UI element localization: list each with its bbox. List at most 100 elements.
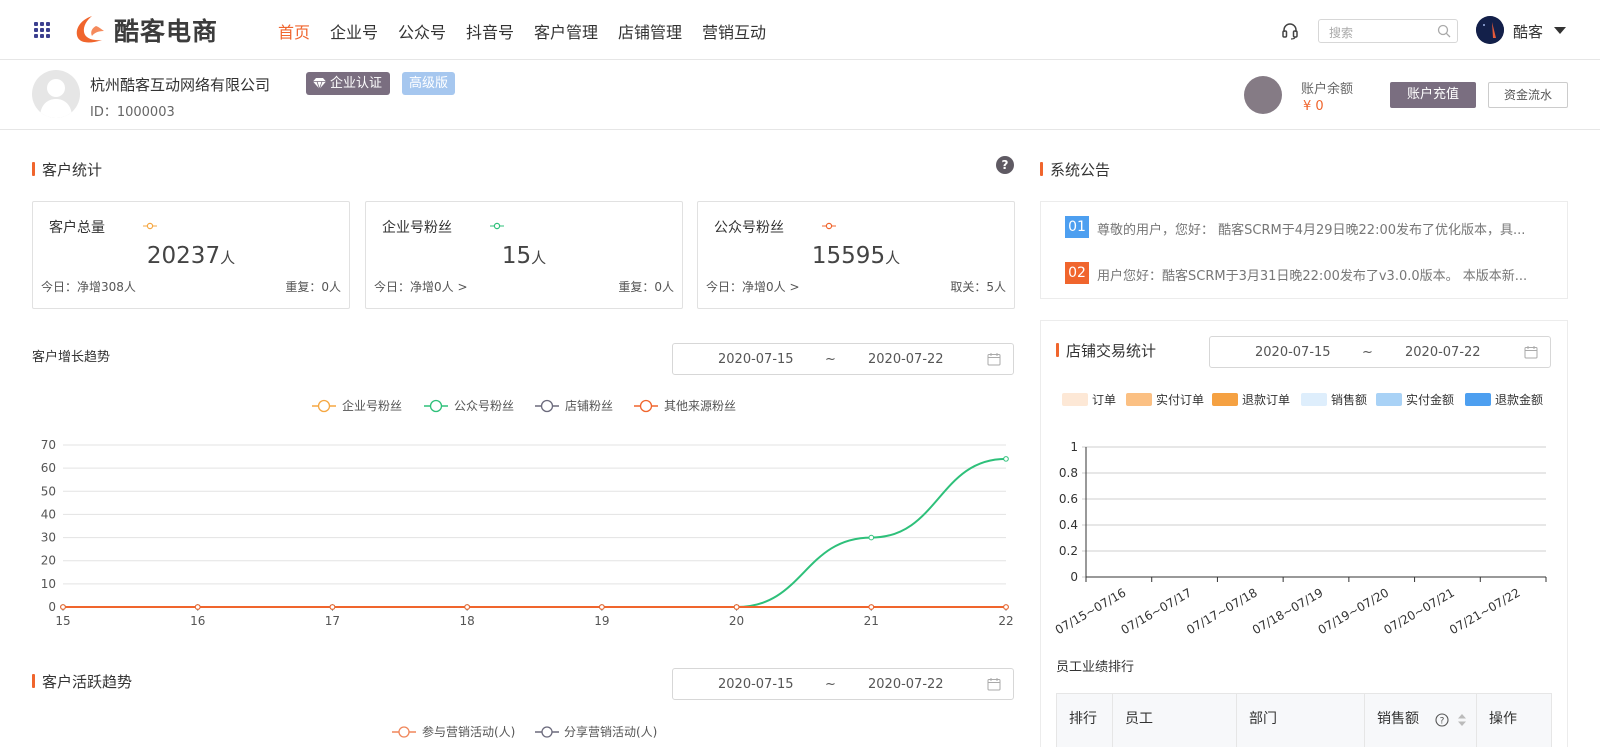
legend-dot-icon	[143, 222, 157, 230]
data-point[interactable]	[194, 604, 201, 610]
data-point[interactable]	[1003, 456, 1009, 462]
stat-card-label: 企业号粉丝	[382, 220, 452, 236]
y-tick-label: 10	[41, 577, 56, 591]
growth-date-range-picker[interactable]: 2020-07-15 ~ 2020-07-22	[672, 343, 1014, 375]
notice-item[interactable]: 尊敬的用户，您好： 酷客SCRM于4月29日晚22:00发布了优化版本，具...	[1097, 219, 1525, 238]
notice-item[interactable]: 用户您好：酷客SCRM于3月31日晚22:00发布了v3.0.0版本。 本版本新…	[1097, 265, 1527, 284]
legend-marker	[429, 399, 443, 413]
data-point[interactable]	[599, 604, 605, 610]
enterprise-cert-label: 企业认证	[330, 76, 383, 91]
app-root: { "header": { "logo_text": "酷客电商", "nav"…	[0, 0, 1600, 747]
store-date-range-picker[interactable]: 2020-07-15 ~ 2020-07-22	[1209, 336, 1551, 368]
stat-card-today[interactable]: 今日：净增0人 >	[374, 278, 468, 295]
legend-item-1[interactable]: 企业号粉丝	[312, 398, 402, 413]
legend-item-2[interactable]: 公众号粉丝	[424, 399, 514, 413]
nav-enterprise-account[interactable]: 企业号	[330, 19, 378, 43]
y-tick-label: 60	[41, 461, 56, 475]
legend-marker	[639, 399, 653, 413]
legend-swatch	[1465, 393, 1491, 406]
active-trend-title: 客户活跃趋势	[32, 671, 132, 692]
nav-customer-management[interactable]: 客户管理	[534, 19, 598, 43]
store-bar-chart: 00.20.40.60.8107/15~07/1607/16~07/1707/1…	[1053, 440, 1547, 637]
x-tick-label: 07/19~07/20	[1316, 585, 1392, 637]
stat-card-enterprise-fans: 企业号粉丝 15人 今日：净增0人 > 重复：0人	[365, 201, 683, 309]
y-tick-label: 20	[41, 554, 56, 568]
legend-swatch	[1301, 393, 1327, 406]
date-start[interactable]: 2020-07-15	[718, 352, 794, 367]
x-tick-label: 22	[998, 614, 1013, 628]
fund-flow-button[interactable]: 资金流水	[1488, 82, 1568, 108]
legend-label: 店铺粉丝	[565, 399, 613, 413]
calendar-icon[interactable]	[1524, 345, 1538, 359]
legend-marker-share	[535, 726, 559, 738]
y-tick-label: 1	[1070, 440, 1078, 454]
nav-official-account[interactable]: 公众号	[398, 19, 446, 43]
legend-dot-icon	[490, 222, 504, 230]
stat-card-unfollow: 取关：5人	[950, 280, 1006, 294]
customer-stats-title: 客户统计	[32, 159, 102, 180]
series-line	[63, 457, 1007, 608]
data-point[interactable]	[868, 534, 875, 541]
data-point[interactable]	[868, 604, 875, 610]
y-tick-label: 40	[41, 507, 56, 521]
x-tick-label: 20	[729, 614, 744, 628]
calendar-icon[interactable]	[987, 352, 1001, 366]
col-sales[interactable]: 销售额 ?	[1365, 694, 1477, 747]
calendar-icon[interactable]	[987, 677, 1001, 691]
user-dropdown-caret-icon[interactable]	[1554, 27, 1566, 34]
legend-swatch	[1062, 393, 1088, 406]
user-name[interactable]: 酷客	[1513, 21, 1543, 42]
stat-card-today[interactable]: 今日：净增0人 >	[706, 278, 800, 295]
data-point[interactable]	[60, 604, 66, 610]
stat-value-unit: 人	[885, 249, 901, 267]
legend-participate-activity[interactable]: 参与营销活动(人)	[422, 723, 515, 740]
help-circle-icon[interactable]: ?	[1435, 713, 1449, 727]
date-end[interactable]: 2020-07-22	[1405, 345, 1481, 360]
search-icon[interactable]	[1437, 24, 1451, 38]
legend-label: 实付金额	[1406, 393, 1455, 407]
data-point[interactable]	[1003, 604, 1009, 610]
y-tick-label: 0	[1070, 570, 1078, 584]
headset-icon[interactable]	[1281, 22, 1299, 40]
x-tick-label: 16	[190, 614, 205, 628]
stat-card-value: 15595人	[698, 243, 1014, 269]
enterprise-cert-badge: 企业认证	[306, 72, 391, 95]
recharge-button[interactable]: 账户充值	[1390, 82, 1476, 108]
legend-item-3[interactable]: 店铺粉丝	[535, 399, 613, 413]
data-point[interactable]	[733, 604, 740, 610]
top-navbar: 酷客电商 首页 企业号 公众号 抖音号 客户管理 店铺管理 营销互动 搜索 酷客	[0, 0, 1600, 60]
active-date-range-picker[interactable]: 2020-07-15 ~ 2020-07-22	[672, 668, 1014, 700]
stat-card-repeat: 重复：0人	[618, 280, 674, 294]
date-start[interactable]: 2020-07-15	[718, 677, 794, 692]
y-tick-label: 70	[41, 438, 56, 452]
nav-store-management[interactable]: 店铺管理	[618, 19, 682, 43]
data-point[interactable]	[329, 604, 336, 610]
legend-item-4[interactable]: 其他来源粉丝	[634, 399, 736, 413]
y-tick-label: 0.4	[1059, 518, 1078, 532]
date-end[interactable]: 2020-07-22	[868, 677, 944, 692]
help-icon[interactable]: ?	[996, 156, 1014, 174]
search-placeholder: 搜索	[1329, 26, 1354, 40]
user-avatar[interactable]	[1476, 16, 1504, 44]
legend-swatch	[1212, 393, 1238, 406]
app-grid-icon[interactable]	[34, 22, 50, 38]
date-start[interactable]: 2020-07-15	[1255, 345, 1331, 360]
stat-card-repeat: 重复：0人	[285, 280, 341, 294]
data-point[interactable]	[464, 604, 470, 610]
default-avatar-icon	[40, 79, 72, 118]
notice-list: 01 尊敬的用户，您好： 酷客SCRM于4月29日晚22:00发布了优化版本，具…	[1040, 201, 1568, 299]
stat-card-official-fans: 公众号粉丝 15595人 今日：净增0人 > 取关：5人	[697, 201, 1015, 309]
x-tick-label: 07/18~07/19	[1250, 585, 1326, 637]
date-end[interactable]: 2020-07-22	[868, 352, 944, 367]
sort-icon[interactable]	[1457, 713, 1467, 727]
nav-home[interactable]: 首页	[278, 19, 310, 43]
legend-marker-participate	[392, 726, 416, 738]
y-tick-label: 30	[41, 531, 56, 545]
legend-label: 其他来源粉丝	[664, 399, 736, 413]
date-separator: ~	[825, 677, 836, 692]
search-input[interactable]: 搜索	[1318, 19, 1458, 43]
nav-douyin-account[interactable]: 抖音号	[466, 19, 514, 43]
legend-share-activity[interactable]: 分享营销活动(人)	[564, 723, 657, 740]
notice-number-badge: 02	[1065, 262, 1089, 284]
nav-marketing-interaction[interactable]: 营销互动	[702, 19, 766, 43]
